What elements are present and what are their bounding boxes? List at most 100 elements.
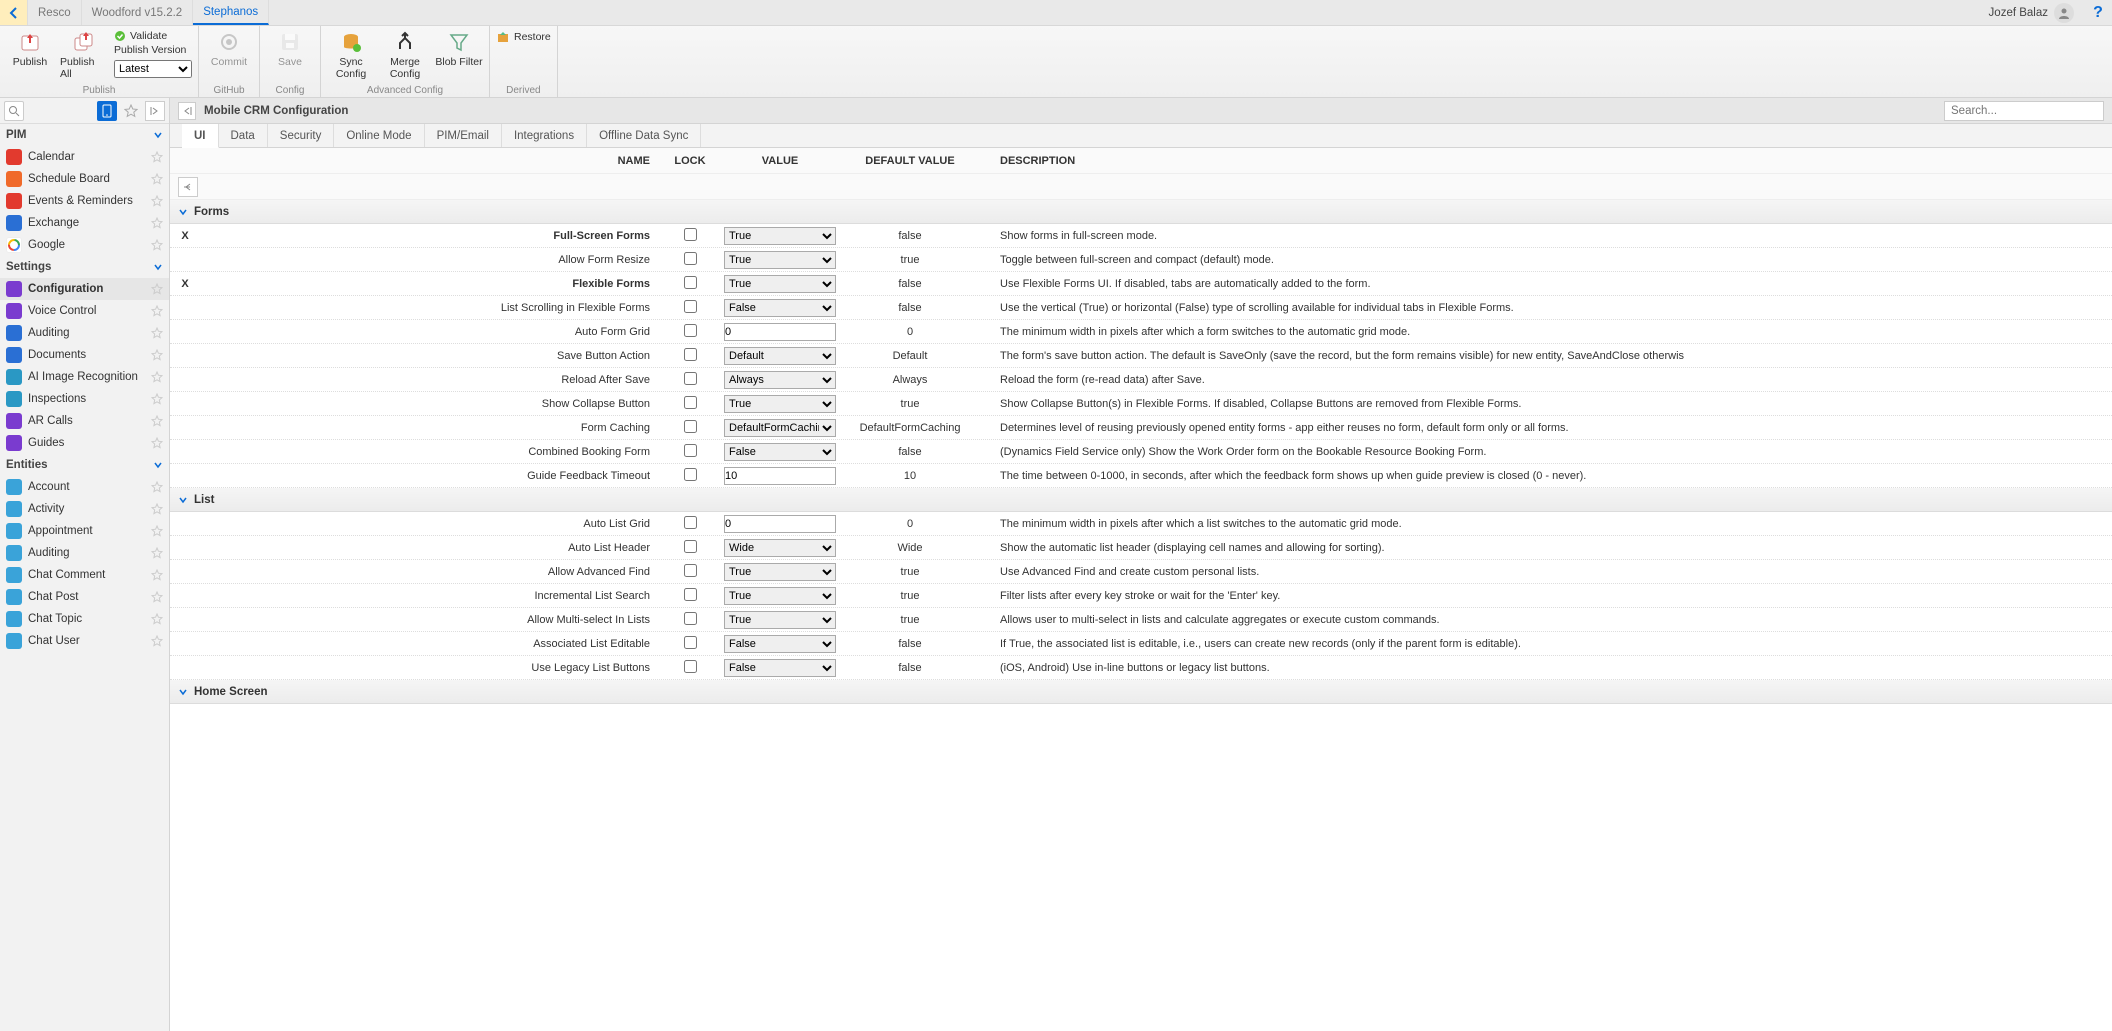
- sidebar-expand-button[interactable]: [145, 101, 165, 121]
- config-lock-checkbox[interactable]: [684, 348, 697, 361]
- help-button[interactable]: ?: [2084, 0, 2112, 25]
- favorite-star-icon[interactable]: [151, 525, 163, 537]
- sidebar-item[interactable]: Chat Comment: [0, 564, 169, 586]
- config-lock-checkbox[interactable]: [684, 324, 697, 337]
- sidebar-item[interactable]: Auditing: [0, 322, 169, 344]
- config-value-select[interactable]: True: [724, 227, 836, 245]
- sidebar-item[interactable]: Guides: [0, 432, 169, 454]
- config-lock-checkbox[interactable]: [684, 540, 697, 553]
- sidebar-section-header[interactable]: Entities: [0, 454, 169, 476]
- config-value-input[interactable]: [724, 515, 836, 533]
- config-group-header[interactable]: Home Screen: [170, 680, 2112, 704]
- publish-button[interactable]: Publish: [6, 28, 54, 68]
- sidebar-item[interactable]: AI Image Recognition: [0, 366, 169, 388]
- favorite-star-icon[interactable]: [151, 327, 163, 339]
- config-lock-checkbox[interactable]: [684, 228, 697, 241]
- config-value-select[interactable]: True: [724, 611, 836, 629]
- content-collapse-button[interactable]: [178, 102, 196, 120]
- tab[interactable]: UI: [182, 124, 219, 148]
- sidebar-item[interactable]: Configuration: [0, 278, 169, 300]
- favorite-star-icon[interactable]: [151, 217, 163, 229]
- sidebar-item[interactable]: Schedule Board: [0, 168, 169, 190]
- config-group-header[interactable]: Forms: [170, 200, 2112, 224]
- config-value-select[interactable]: True: [724, 587, 836, 605]
- merge-config-button[interactable]: Merge Config: [381, 28, 429, 80]
- config-value-select[interactable]: False: [724, 659, 836, 677]
- config-lock-checkbox[interactable]: [684, 468, 697, 481]
- config-value-select[interactable]: Default: [724, 347, 836, 365]
- sidebar-item[interactable]: Activity: [0, 498, 169, 520]
- user-menu[interactable]: Jozef Balaz: [1979, 0, 2084, 25]
- config-value-input[interactable]: [724, 467, 836, 485]
- favorite-star-icon[interactable]: [151, 503, 163, 515]
- restore-button[interactable]: Restore: [496, 30, 551, 44]
- favorite-star-icon[interactable]: [151, 481, 163, 493]
- config-value-select[interactable]: True: [724, 395, 836, 413]
- config-value-select[interactable]: Wide: [724, 539, 836, 557]
- config-value-select[interactable]: False: [724, 635, 836, 653]
- favorite-star-icon[interactable]: [151, 415, 163, 427]
- favorite-star-icon[interactable]: [151, 569, 163, 581]
- sidebar-item[interactable]: Appointment: [0, 520, 169, 542]
- publish-all-button[interactable]: Publish All: [60, 28, 108, 80]
- config-value-select[interactable]: True: [724, 563, 836, 581]
- publish-version-select[interactable]: Latest: [114, 60, 192, 78]
- favorite-star-icon[interactable]: [151, 393, 163, 405]
- sidebar-search-button[interactable]: [4, 101, 24, 121]
- config-value-select[interactable]: True: [724, 251, 836, 269]
- sidebar-item[interactable]: Events & Reminders: [0, 190, 169, 212]
- favorite-star-icon[interactable]: [151, 349, 163, 361]
- favorite-star-icon[interactable]: [151, 437, 163, 449]
- config-lock-checkbox[interactable]: [684, 564, 697, 577]
- config-value-select[interactable]: Always: [724, 371, 836, 389]
- favorite-star-icon[interactable]: [151, 591, 163, 603]
- favorite-star-icon[interactable]: [151, 613, 163, 625]
- breadcrumb-item[interactable]: Woodford v15.2.2: [82, 0, 194, 25]
- favorite-star-icon[interactable]: [151, 371, 163, 383]
- tab[interactable]: Security: [268, 124, 335, 147]
- tab[interactable]: Integrations: [502, 124, 587, 147]
- favorite-star-icon[interactable]: [151, 195, 163, 207]
- favorite-star-icon[interactable]: [151, 151, 163, 163]
- sidebar-item[interactable]: AR Calls: [0, 410, 169, 432]
- config-lock-checkbox[interactable]: [684, 396, 697, 409]
- tab[interactable]: Data: [219, 124, 268, 147]
- sidebar-item[interactable]: Chat Post: [0, 586, 169, 608]
- sidebar-item[interactable]: Calendar: [0, 146, 169, 168]
- config-value-select[interactable]: DefaultFormCaching: [724, 419, 836, 437]
- config-lock-checkbox[interactable]: [684, 516, 697, 529]
- config-lock-checkbox[interactable]: [684, 612, 697, 625]
- sidebar-item[interactable]: Exchange: [0, 212, 169, 234]
- config-lock-checkbox[interactable]: [684, 660, 697, 673]
- config-value-select[interactable]: False: [724, 443, 836, 461]
- config-group-header[interactable]: List: [170, 488, 2112, 512]
- breadcrumb-item[interactable]: Resco: [28, 0, 82, 25]
- favorite-star-icon[interactable]: [151, 305, 163, 317]
- sidebar-item[interactable]: Account: [0, 476, 169, 498]
- sidebar-view-mobile[interactable]: [97, 101, 117, 121]
- tab[interactable]: PIM/Email: [425, 124, 502, 147]
- config-lock-checkbox[interactable]: [684, 300, 697, 313]
- sidebar-item[interactable]: Chat User: [0, 630, 169, 652]
- config-value-input[interactable]: [724, 323, 836, 341]
- sidebar-section-header[interactable]: Settings: [0, 256, 169, 278]
- config-lock-checkbox[interactable]: [684, 252, 697, 265]
- config-lock-checkbox[interactable]: [684, 372, 697, 385]
- tab[interactable]: Online Mode: [334, 124, 424, 147]
- sidebar-item[interactable]: Google: [0, 234, 169, 256]
- validate-button[interactable]: Validate: [114, 30, 192, 42]
- back-button[interactable]: [0, 0, 28, 25]
- config-value-select[interactable]: False: [724, 299, 836, 317]
- blob-filter-button[interactable]: Blob Filter: [435, 28, 483, 68]
- config-lock-checkbox[interactable]: [684, 276, 697, 289]
- sidebar-item[interactable]: Documents: [0, 344, 169, 366]
- sidebar-section-header[interactable]: PIM: [0, 124, 169, 146]
- tab[interactable]: Offline Data Sync: [587, 124, 701, 147]
- favorite-star-icon[interactable]: [151, 283, 163, 295]
- config-lock-checkbox[interactable]: [684, 588, 697, 601]
- collapse-all-button[interactable]: [178, 177, 198, 197]
- search-input[interactable]: [1944, 101, 2104, 121]
- favorite-star-icon[interactable]: [151, 635, 163, 647]
- sidebar-item[interactable]: Inspections: [0, 388, 169, 410]
- sidebar-view-favorites[interactable]: [121, 101, 141, 121]
